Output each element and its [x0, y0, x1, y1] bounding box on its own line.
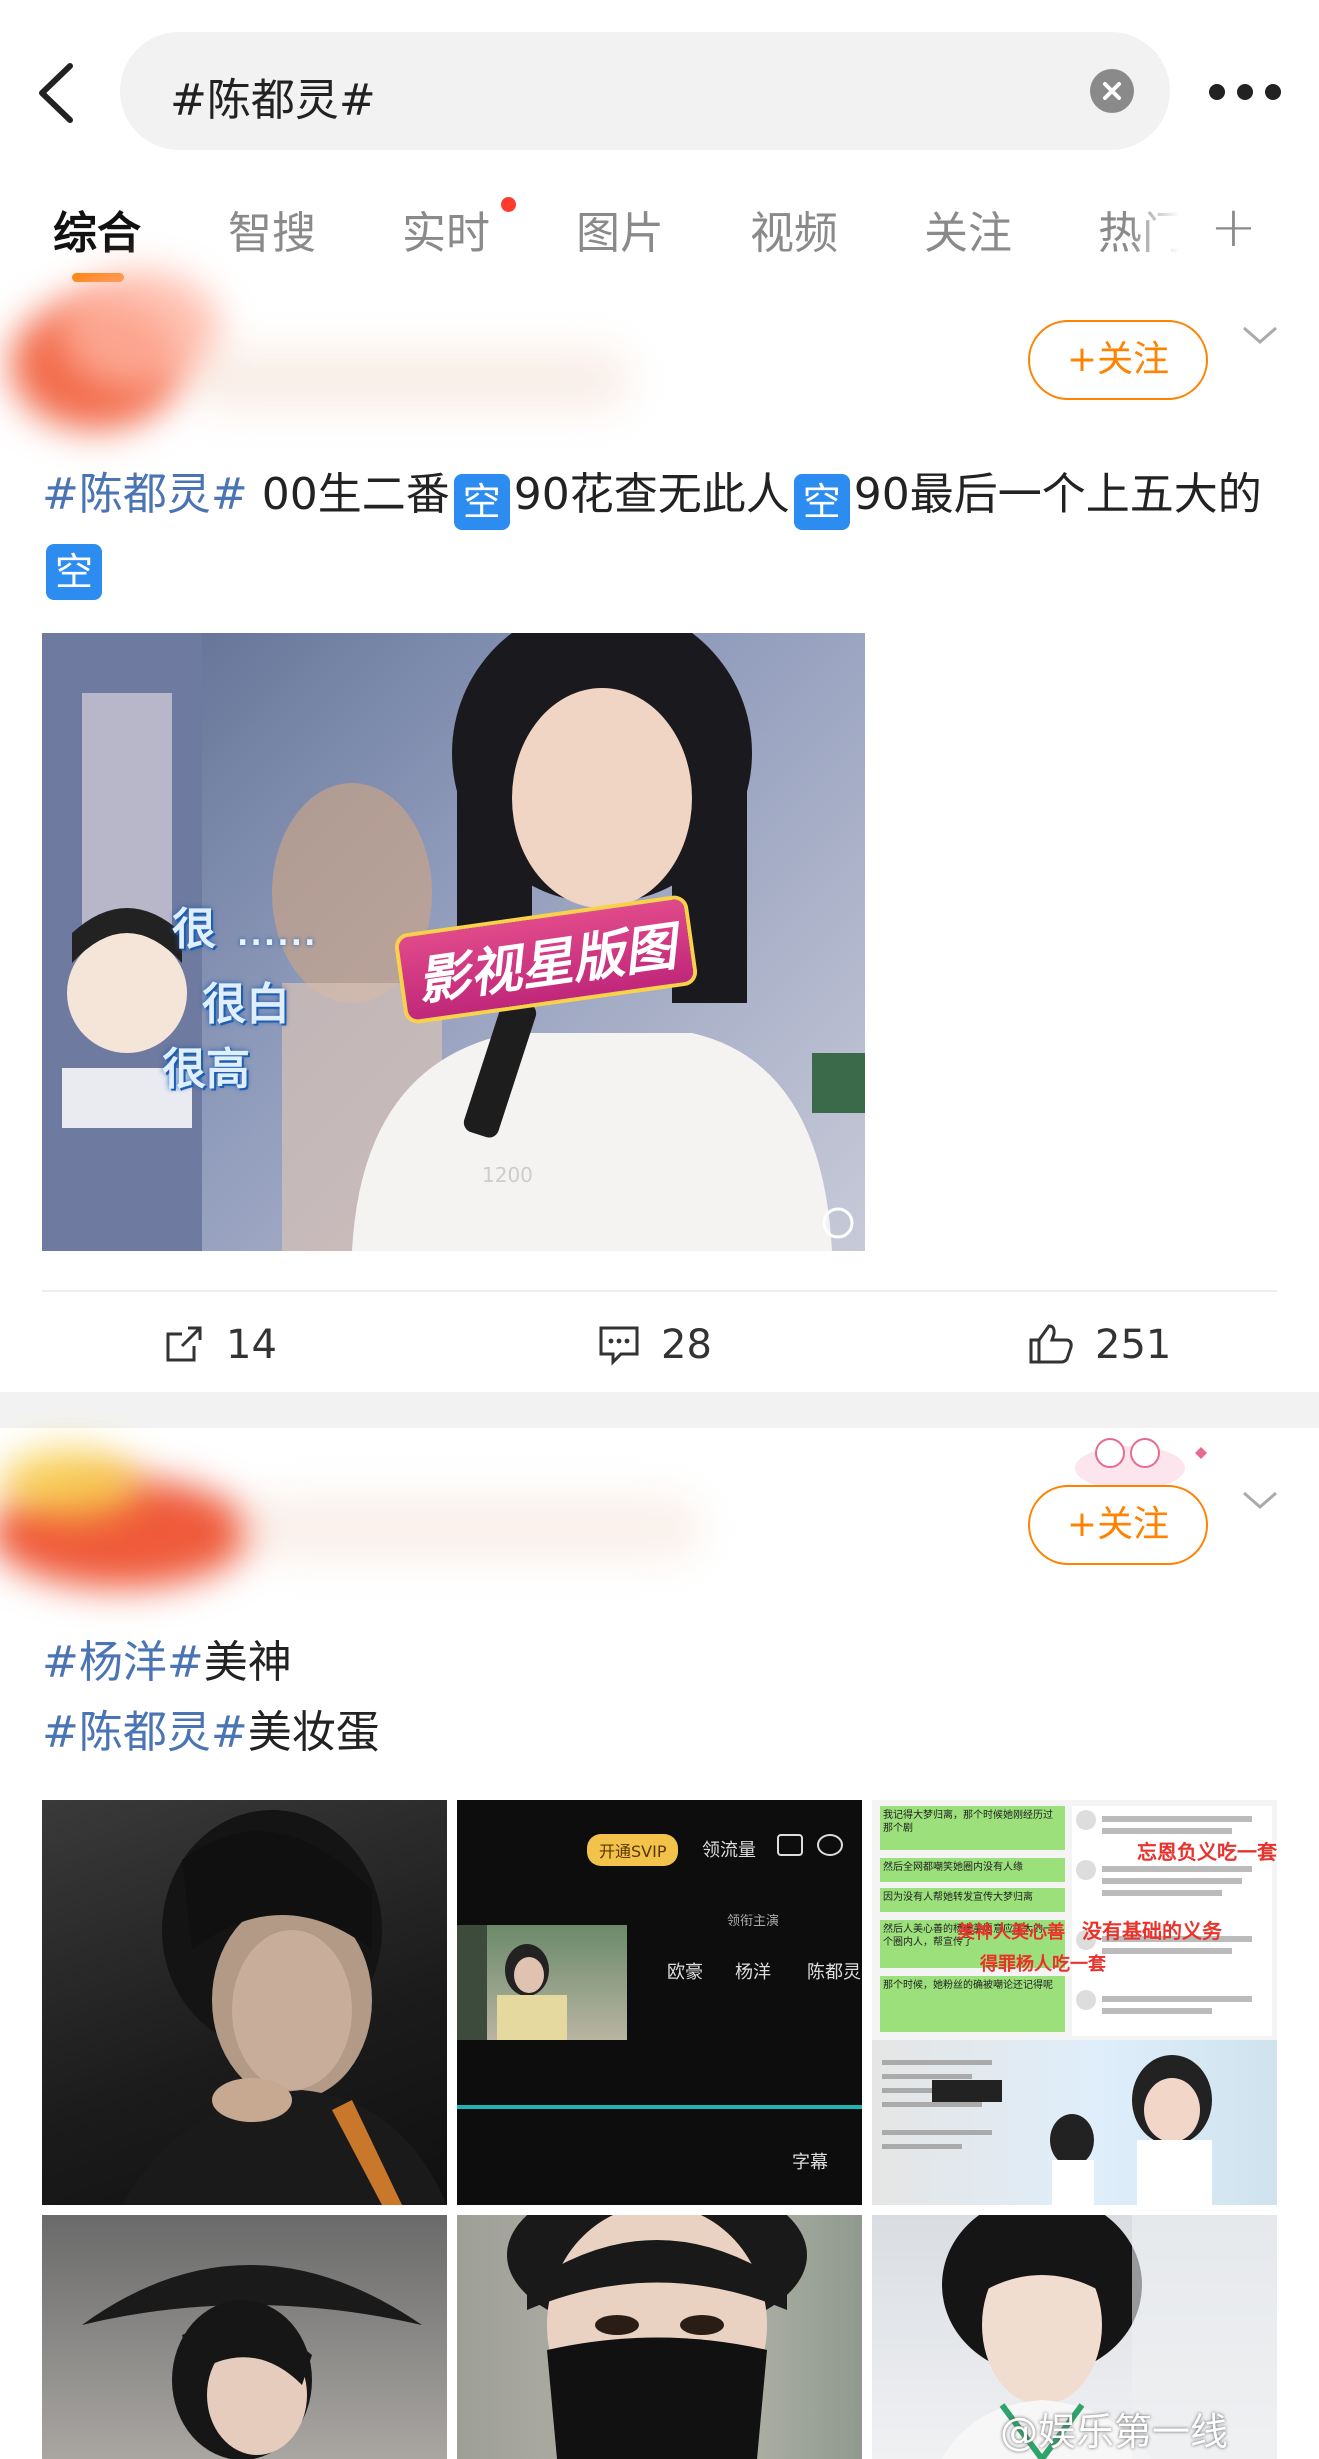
repost-button[interactable]: 14 [162, 1322, 277, 1368]
comment-count: 28 [661, 1322, 712, 1368]
chevron-down-icon[interactable] [1240, 320, 1280, 350]
video-preview [457, 1925, 627, 2040]
post-text-part: 00生二番 [261, 469, 450, 520]
cast-role-label: 领衔主演 [727, 1914, 780, 1929]
post-text-part: 90最后一个上五大的 [853, 469, 1262, 520]
clear-search-icon[interactable] [1090, 69, 1134, 113]
post-action-bar: 14 28 251 [42, 1290, 1277, 1390]
cast-name-2: 杨洋 [735, 1962, 771, 1983]
chat-bubble: 那个时候，她粉丝的确被嘲论还记得呢 [880, 1976, 1065, 2032]
new-content-dot [501, 197, 516, 212]
user-name-blurred[interactable] [240, 1498, 700, 1558]
tab-zhisou[interactable]: 智搜 [228, 197, 316, 261]
grid-image-3[interactable]: 我记得大梦归离，那个时候她刚经历过那个剧 然后全网都嘲笑她圈内没有人缘 因为没有… [872, 1800, 1277, 2205]
tab-bar: 综合 智搜 实时 图片 视频 关注 热门 + [0, 185, 1319, 285]
video-thumbnail[interactable]: 很 ...... 很白 很高 影视星版图 1200 [42, 633, 865, 1251]
comment-button[interactable]: 28 [597, 1322, 712, 1368]
video-caption-dots: ...... [237, 918, 318, 953]
share-icon [817, 1834, 843, 1856]
back-arrow-icon[interactable] [28, 58, 88, 128]
grid-image-2[interactable]: 开通SVIP 领流量 领衔主演 欧豪 杨洋 陈都灵 字幕 [457, 1800, 862, 2205]
like-button[interactable]: 251 [1027, 1322, 1171, 1368]
video-caption-2: 很白 [202, 979, 290, 1030]
grid-image-1[interactable] [42, 1800, 447, 2205]
kong-badge: 空 [46, 544, 102, 600]
more-options-icon[interactable] [1205, 78, 1285, 108]
tab-shipin[interactable]: 视频 [750, 197, 838, 261]
follow-button[interactable]: +关注 [1028, 1485, 1208, 1565]
video-caption-3: 很高 [162, 1044, 250, 1095]
grid-image-5[interactable] [457, 2215, 862, 2459]
kong-badge: 空 [453, 474, 510, 530]
kong-badge: 空 [793, 474, 850, 530]
post-card-1: +关注 #陈都灵# 00生二番空 90花查无此人空 90最后一个上五大的空 很 ..… [0, 270, 1319, 1390]
add-tab-icon[interactable]: + [1210, 195, 1257, 260]
tab-shishi[interactable]: 实时 [402, 197, 490, 261]
screenshot-collage [872, 2040, 1277, 2205]
grid-image-4[interactable] [42, 2215, 447, 2459]
subtitle-button[interactable]: 字幕 [792, 2148, 828, 2174]
top-bar: #陈都灵# [0, 0, 1319, 180]
search-input[interactable]: #陈都灵# [120, 32, 1170, 150]
search-query-text: #陈都灵# [170, 75, 376, 126]
chat-bubble: 因为没有人帮她转发宣传大梦归离 [880, 1888, 1065, 1912]
weibo-watermark: @娱乐第一线 [1000, 2410, 1229, 2454]
video-watermark: 1200 [482, 1163, 533, 1187]
follow-button[interactable]: +关注 [1028, 320, 1208, 400]
hashtag-link[interactable]: #陈都灵# [42, 1707, 248, 1758]
post-card-2: +关注 #杨洋#美神 #陈都灵#美妆蛋 开通SVIP 领流量 领衔主演 欧豪 杨… [0, 1428, 1319, 2459]
hashtag-link[interactable]: #陈都灵# [42, 469, 248, 520]
user-name-blurred[interactable] [190, 350, 630, 410]
avatar-blur-highlight [0, 1448, 140, 1518]
svip-badge: 开通SVIP [587, 1834, 679, 1866]
comment-icon [599, 1326, 639, 1366]
thumbs-up-icon [1029, 1324, 1073, 1364]
post-text-part: 美神 [203, 1637, 292, 1688]
tab-guanzhu[interactable]: 关注 [924, 197, 1012, 261]
tv-icon [777, 1834, 803, 1856]
chat-bubble: 然后全网都嘲笑她圈内没有人缘 [880, 1858, 1065, 1882]
liuliang-label: 领流量 [702, 1840, 756, 1861]
repost-count: 14 [226, 1322, 277, 1368]
progress-bar [457, 2105, 862, 2109]
repost-icon [166, 1326, 202, 1362]
annotation-text: 忘恩负义吃一套 [1137, 1840, 1277, 1864]
chevron-down-icon[interactable] [1240, 1485, 1280, 1515]
video-caption-1: 很 [172, 904, 216, 955]
annotation-text: 得罪杨人吃一套 [980, 1954, 1106, 1975]
hashtag-link[interactable]: #杨洋# [42, 1637, 204, 1688]
cast-name-3: 陈都灵 [807, 1962, 861, 1983]
like-count: 251 [1095, 1322, 1172, 1368]
annotation-text: 美神人美心善 [957, 1922, 1065, 1943]
post-text: #杨洋#美神 #陈都灵#美妆蛋 [42, 1628, 1282, 1768]
post-text-part: 90花查无此人 [513, 469, 790, 520]
annotation-text: 没有基础的义务 [1082, 1919, 1222, 1943]
tab-fade-overlay [1130, 185, 1200, 275]
tab-zonghe[interactable]: 综合 [53, 197, 141, 261]
chat-bubble: 我记得大梦归离，那个时候她刚经历过那个剧 [880, 1806, 1065, 1850]
post-text-part: 美妆蛋 [247, 1707, 380, 1758]
tab-tupian[interactable]: 图片 [576, 197, 664, 261]
post-text: #陈都灵# 00生二番空 90花查无此人空 90最后一个上五大的空 [42, 460, 1282, 600]
cast-name-1: 欧豪 [667, 1962, 703, 1983]
